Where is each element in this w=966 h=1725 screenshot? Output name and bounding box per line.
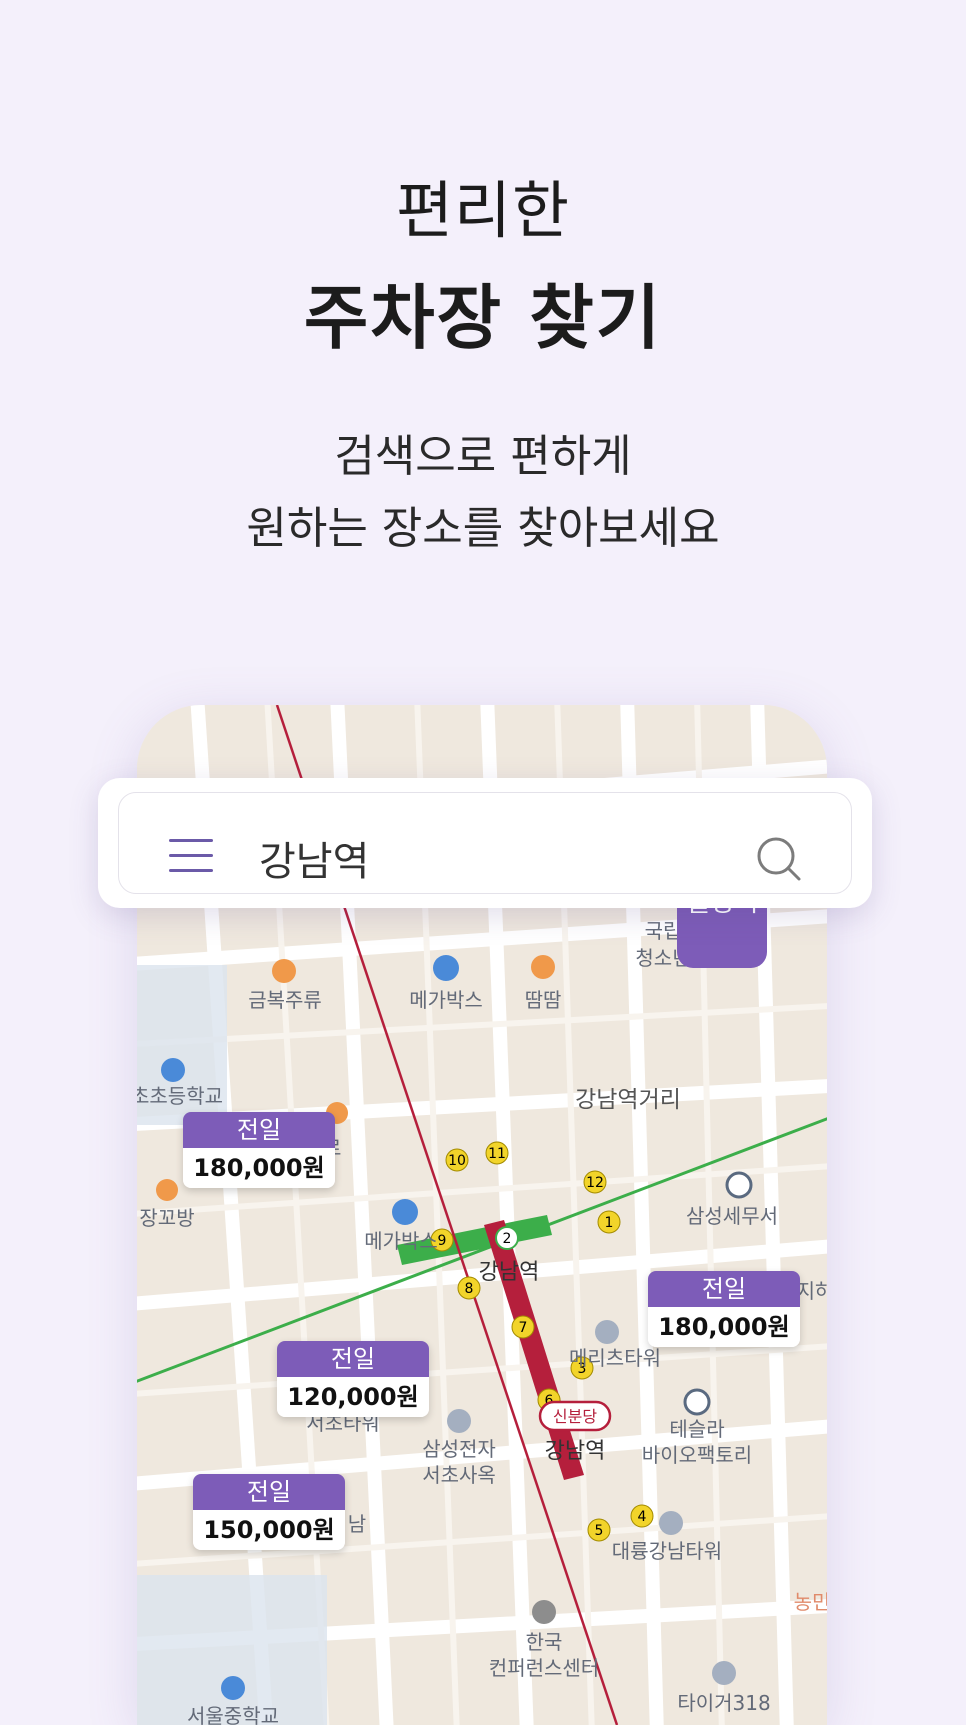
poi-label: 서울중학교: [187, 1704, 279, 1725]
svg-text:4: 4: [638, 1509, 647, 1525]
price-tag[interactable]: 전일 120,000원: [277, 1341, 429, 1417]
building-icon: [595, 1320, 619, 1344]
price-tag-label: 전일: [193, 1474, 345, 1510]
price-tag[interactable]: 전일 180,000원: [648, 1271, 800, 1347]
cinema-icon: [392, 1199, 418, 1225]
poi-label: 메가박스: [409, 988, 483, 1012]
price-tag-price: 150,000원: [193, 1510, 345, 1550]
poi-label: 지하: [797, 1279, 827, 1303]
price-tag-label: 전일: [277, 1341, 429, 1377]
price-tag-price: 120,000원: [277, 1377, 429, 1417]
svg-text:8: 8: [465, 1281, 474, 1297]
price-tag-price: 180,000원: [648, 1307, 800, 1347]
building-icon: [659, 1511, 683, 1535]
cinema-icon: [433, 955, 459, 981]
svg-text:9: 9: [438, 1233, 447, 1249]
price-tag[interactable]: 전일 180,000원: [183, 1112, 335, 1188]
poi-label: 타이거318: [677, 1691, 770, 1715]
svg-text:1: 1: [605, 1215, 614, 1231]
poi-label: 장꼬방: [139, 1206, 194, 1230]
search-icon[interactable]: [755, 835, 803, 883]
exit-11: 11: [485, 1141, 509, 1165]
poi-label: 메리츠타워: [569, 1346, 661, 1370]
menu-icon[interactable]: [169, 839, 215, 873]
sinbundang-label: 신분당: [553, 1407, 597, 1426]
station-label: 강남역: [545, 1439, 606, 1464]
building-icon: [712, 1661, 736, 1685]
poi-label: 삼성세무서: [686, 1204, 778, 1228]
poi-label: 바이오팩토리: [642, 1443, 752, 1467]
svg-text:2: 2: [503, 1231, 512, 1247]
poi-label: 서초사옥: [422, 1463, 496, 1487]
svg-text:7: 7: [519, 1320, 528, 1336]
exit-10: 10: [445, 1148, 469, 1172]
svg-text:5: 5: [595, 1523, 604, 1539]
exit-5: 5: [587, 1518, 611, 1542]
svg-text:12: 12: [586, 1175, 604, 1191]
poi-label: 금복주류: [248, 988, 322, 1012]
government-icon: [725, 1171, 753, 1199]
poi-label: 농민: [794, 1590, 827, 1614]
price-tag-price: 180,000원: [183, 1148, 335, 1188]
poi-label: 남: [348, 1512, 366, 1536]
poi-label: 메가박스: [364, 1229, 438, 1253]
poi-label: 컨퍼런스센터: [489, 1656, 599, 1680]
school-icon: [161, 1058, 185, 1082]
poi-label: 한국: [526, 1630, 563, 1654]
landmark-icon: [683, 1388, 711, 1416]
exit-2: 2: [495, 1226, 519, 1250]
svg-text:10: 10: [448, 1153, 466, 1169]
svg-text:11: 11: [488, 1146, 506, 1162]
poi-label: 국립: [645, 919, 682, 943]
exit-1: 1: [597, 1210, 621, 1234]
exit-8: 8: [457, 1276, 481, 1300]
poi-label: 초초등학교: [137, 1084, 223, 1108]
poi-label: 삼성전자: [422, 1437, 496, 1461]
school-icon: [221, 1676, 245, 1700]
price-tag-label: 전일: [648, 1271, 800, 1307]
exit-12: 12: [583, 1170, 607, 1194]
poi-label: 대륭강남타워: [612, 1539, 722, 1563]
exit-4: 4: [630, 1504, 654, 1528]
price-tag[interactable]: 전일 150,000원: [193, 1474, 345, 1550]
landmark-icon: [532, 1600, 556, 1624]
price-tag-label: 전일: [183, 1112, 335, 1148]
poi-label: 테슬라: [669, 1417, 724, 1441]
headline-line-2: 주차장 찾기: [303, 277, 663, 359]
poi-label: 강남역거리: [575, 1087, 681, 1113]
search-field-frame: 강남역: [118, 792, 852, 894]
exit-7: 7: [511, 1315, 535, 1339]
subtitle-line-1: 검색으로 편하게: [334, 431, 632, 482]
search-bar[interactable]: 강남역: [98, 778, 872, 908]
restaurant-icon: [531, 955, 555, 979]
restaurant-icon: [272, 959, 296, 983]
poi-label: 땀땀: [525, 988, 562, 1012]
building-icon: [447, 1409, 471, 1433]
headline-line-1: 편리한: [395, 174, 571, 247]
restaurant-icon: [156, 1179, 178, 1201]
search-input[interactable]: 강남역: [259, 829, 369, 887]
map-school-area-2: [137, 1575, 327, 1725]
station-label: 강남역: [479, 1260, 540, 1285]
subtitle-line-2: 원하는 장소를 찾아보세요: [246, 503, 720, 554]
